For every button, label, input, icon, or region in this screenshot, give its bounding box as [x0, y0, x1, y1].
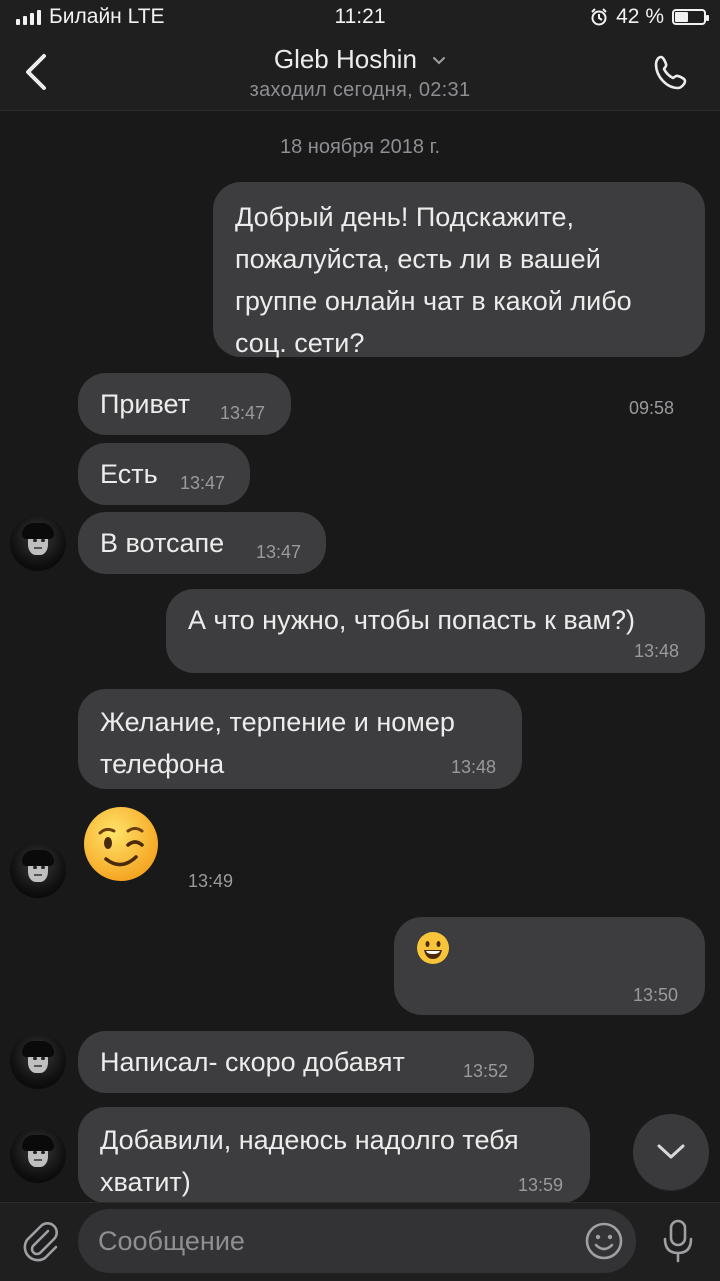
message-input[interactable] — [78, 1209, 636, 1273]
battery-info: 42 % — [590, 5, 709, 29]
message-time: 13:49 — [188, 871, 234, 891]
battery-percent: 42 % — [616, 5, 664, 28]
message-time: 13:47 — [180, 473, 226, 493]
message-text: Желание, терпение и номер телефона — [100, 707, 455, 779]
contact-name: Gleb Hoshin — [273, 44, 417, 74]
incoming-message[interactable]: Есть 13:47 — [78, 443, 250, 505]
message-time: 13:47 — [220, 403, 266, 423]
smile-emoji-icon — [417, 932, 449, 964]
date-separator: 18 ноября 2018 г. — [280, 136, 440, 158]
message-time: 13:48 — [634, 641, 680, 661]
outgoing-message[interactable]: Добрый день! Подскажите, пожалуйста, ест… — [213, 182, 705, 418]
outgoing-message[interactable]: 13:50 — [394, 917, 705, 1015]
message-text: В вотсапе — [100, 528, 225, 558]
scroll-down-button[interactable] — [633, 1114, 709, 1190]
emoji-button[interactable] — [584, 1221, 624, 1261]
message-time: 13:50 — [633, 985, 679, 1005]
incoming-message[interactable]: Добавили, надеюсь надолго тебя хватит) 1… — [78, 1107, 590, 1203]
message-text: Добавили, надеюсь надолго тебя хватит) — [100, 1125, 519, 1197]
status-bar: Билайн LTE 11:21 42 % — [0, 0, 720, 36]
outgoing-message[interactable]: А что нужно, чтобы попасть к вам?) 13:48 — [166, 589, 705, 673]
message-composer — [0, 1202, 720, 1281]
message-text: Добрый день! Подскажите, пожалуйста, ест… — [235, 202, 632, 358]
message-text: Написал- скоро добавят — [100, 1047, 405, 1077]
alarm-icon — [591, 8, 607, 26]
avatar[interactable] — [10, 1033, 66, 1089]
incoming-message[interactable]: Привет 13:47 — [78, 373, 291, 435]
attach-button[interactable] — [18, 1219, 62, 1263]
message-time: 13:52 — [463, 1061, 509, 1081]
message-time: 09:58 — [629, 398, 675, 418]
incoming-message[interactable]: Написал- скоро добавят 13:52 — [78, 1031, 534, 1093]
message-time: 13:48 — [451, 757, 497, 777]
message-text: Привет — [100, 389, 191, 419]
message-list[interactable]: 18 ноября 2018 г. Добрый день! Подскажит… — [0, 111, 720, 1203]
battery-icon — [672, 9, 709, 25]
chevron-down-icon — [433, 57, 446, 65]
microphone-button[interactable] — [658, 1217, 698, 1265]
message-time: 13:47 — [256, 542, 302, 562]
contact-title[interactable]: Gleb Hoshin заходил сегодня, 02:31 — [0, 44, 720, 102]
avatar[interactable] — [10, 515, 66, 571]
message-text: Есть — [100, 459, 158, 489]
message-text: А что нужно, чтобы попасть к вам?) — [188, 605, 636, 635]
incoming-message[interactable]: В вотсапе 13:47 — [78, 512, 326, 574]
chevron-down-icon — [657, 1144, 685, 1159]
avatar[interactable] — [10, 1127, 66, 1183]
avatar[interactable] — [10, 842, 66, 898]
call-button[interactable] — [650, 52, 692, 94]
chat-header: Gleb Hoshin заходил сегодня, 02:31 — [0, 36, 720, 111]
wink-emoji-icon[interactable] — [82, 805, 160, 883]
incoming-message[interactable]: Желание, терпение и номер телефона 13:48 — [78, 689, 522, 789]
last-seen: заходил сегодня, 02:31 — [249, 79, 471, 101]
message-time: 13:59 — [518, 1175, 564, 1195]
